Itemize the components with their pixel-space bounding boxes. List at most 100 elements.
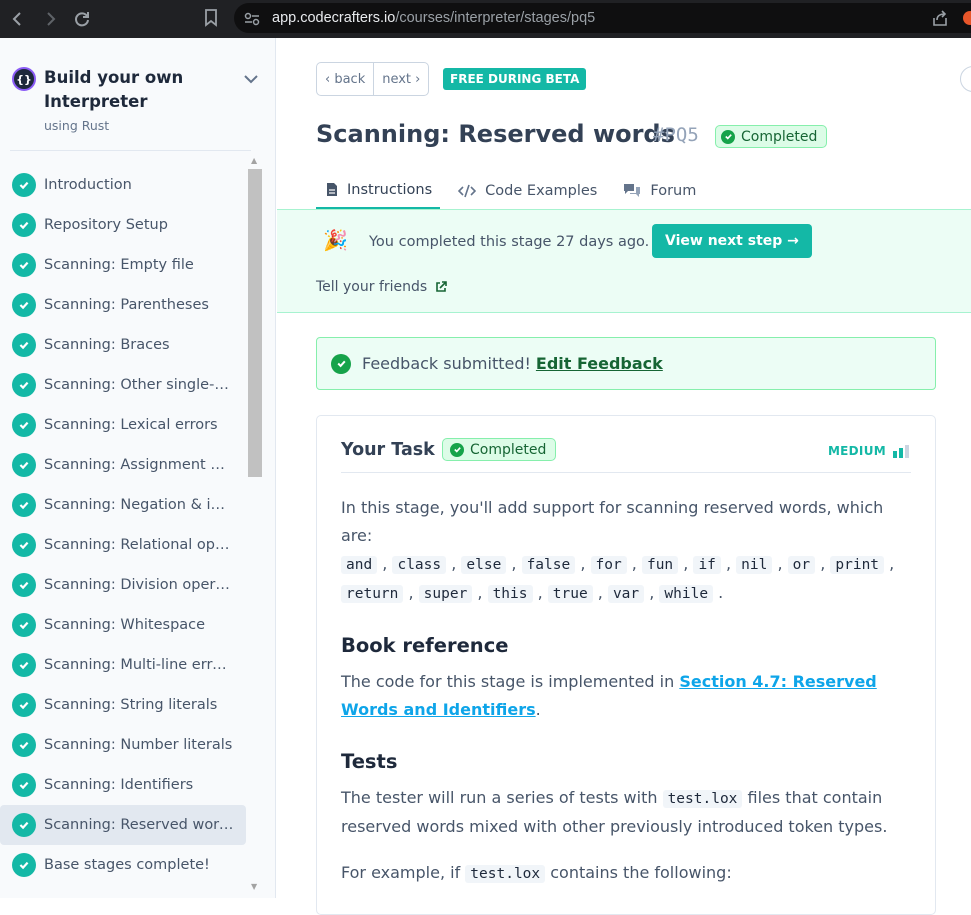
sidebar-stage-item[interactable]: Scanning: Assignment & ... (0, 445, 246, 485)
sidebar-stage-item[interactable]: Scanning: Braces (0, 325, 246, 365)
sidebar-stage-item[interactable]: Scanning: Parentheses (0, 285, 246, 325)
tell-friends-link[interactable]: Tell your friends (316, 279, 447, 295)
tab-label: Code Examples (485, 182, 598, 199)
check-circle-icon (12, 333, 36, 357)
beta-badge: FREE DURING BETA (443, 68, 587, 90)
course-logo-icon: {} (12, 67, 36, 91)
code-icon (458, 184, 477, 197)
address-bar[interactable]: app.codecrafters.io/courses/interpreter/… (234, 3, 971, 33)
feedback-text: Feedback submitted! (362, 354, 531, 373)
back-button[interactable]: ‹ back (317, 63, 375, 95)
check-circle-icon (12, 373, 36, 397)
site-info-icon[interactable] (244, 11, 260, 30)
stage-label: Scanning: Reserved words (44, 817, 234, 833)
check-circle-icon (12, 453, 36, 477)
check-icon (331, 353, 351, 374)
stage-label: Scanning: Relational oper... (44, 537, 234, 553)
difficulty-bars-icon (893, 444, 909, 458)
inline-code: test.lox (465, 865, 546, 883)
stage-label: Scanning: Whitespace (44, 617, 206, 633)
sidebar-stage-item[interactable]: Base stages complete! (0, 845, 246, 885)
document-icon (327, 183, 337, 196)
example-text: For example, if test.lox contains the fo… (341, 863, 732, 883)
check-icon (721, 129, 735, 144)
browser-toolbar: app.codecrafters.io/courses/interpreter/… (0, 0, 971, 38)
check-circle-icon (12, 173, 36, 197)
stage-slug: #PQ5 (653, 124, 699, 146)
browser-reload-icon[interactable] (68, 5, 96, 33)
share-icon[interactable] (931, 9, 949, 31)
reserved-words-list: and , class , else , false , for , fun ,… (341, 550, 916, 608)
tests-heading: Tests (341, 750, 398, 773)
sidebar-scrollbar[interactable]: ▲ ▼ (248, 156, 262, 896)
check-circle-icon (12, 693, 36, 717)
bookmark-icon[interactable] (204, 9, 218, 31)
sidebar-stage-item[interactable]: Scanning: Identifiers (0, 765, 246, 805)
tab-instructions[interactable]: Instructions (316, 172, 441, 209)
user-avatar[interactable] (960, 66, 971, 92)
stage-nav: ‹ back next › (316, 62, 430, 96)
task-card: Your Task Completed MEDIUM In this stage… (316, 415, 936, 915)
course-title[interactable]: Build your own Interpreter (44, 66, 224, 114)
party-popper-icon: 🎉 (323, 228, 348, 252)
check-circle-icon (12, 493, 36, 517)
edit-feedback-link[interactable]: Edit Feedback (536, 354, 663, 373)
sidebar-stage-item[interactable]: Scanning: Reserved words (0, 805, 246, 845)
reserved-word-code: nil (736, 556, 773, 574)
stage-label: Scanning: Identifiers (44, 777, 194, 793)
task-header: Your Task Completed MEDIUM (341, 438, 911, 473)
check-circle-icon (12, 653, 36, 677)
status-badge: Completed (715, 125, 828, 148)
stage-label: Scanning: String literals (44, 697, 218, 713)
reserved-word-code: else (461, 556, 507, 574)
check-circle-icon (12, 573, 36, 597)
sidebar-stage-item[interactable]: Scanning: Number literals (0, 725, 246, 765)
check-circle-icon (12, 773, 36, 797)
sidebar-stage-item[interactable]: Scanning: Division operat... (0, 565, 246, 605)
tab-forum[interactable]: Forum (613, 172, 704, 209)
course-sidebar: {} Build your own Interpreter using Rust… (0, 38, 276, 898)
stage-label: Scanning: Multi-line errors (44, 657, 234, 673)
reserved-word-code: while (659, 585, 714, 603)
chevron-down-icon[interactable] (243, 70, 259, 89)
reserved-word-code: fun (641, 556, 679, 574)
check-icon (450, 442, 464, 457)
status-badge-label: Completed (741, 128, 818, 145)
browser-back-icon[interactable] (4, 5, 32, 33)
stage-label: Scanning: Braces (44, 337, 170, 353)
sidebar-stage-item[interactable]: Scanning: Negation & ine... (0, 485, 246, 525)
scroll-down-icon[interactable]: ▼ (251, 882, 257, 891)
sidebar-stage-item[interactable]: Scanning: Whitespace (0, 605, 246, 645)
next-button[interactable]: next › (374, 63, 428, 95)
sidebar-stage-item[interactable]: Scanning: Other single-c... (0, 365, 246, 405)
inline-code: test.lox (662, 790, 743, 808)
book-reference-heading: Book reference (341, 634, 509, 657)
sidebar-stage-item[interactable]: Scanning: Empty file (0, 245, 246, 285)
stage-label: Base stages complete! (44, 857, 210, 873)
reserved-word-code: and (341, 556, 378, 574)
stage-label: Introduction (44, 177, 132, 193)
sidebar-stage-item[interactable]: Introduction (0, 165, 246, 205)
brave-shield-icon[interactable] (963, 11, 971, 25)
sidebar-stage-item[interactable]: Repository Setup (0, 205, 246, 245)
reserved-word-code: if (693, 556, 721, 574)
sidebar-stage-item[interactable]: Scanning: String literals (0, 685, 246, 725)
reserved-word-code: false (521, 556, 576, 574)
browser-forward-icon[interactable] (36, 5, 64, 33)
book-reference-text: The code for this stage is implemented i… (341, 672, 877, 719)
check-circle-icon (12, 253, 36, 277)
stage-label: Repository Setup (44, 217, 168, 233)
main-content: ‹ back next › FREE DURING BETA Scanning:… (277, 38, 971, 915)
url-text: app.codecrafters.io/courses/interpreter/… (272, 10, 596, 26)
tell-friends-label: Tell your friends (316, 279, 428, 295)
reserved-word-code: super (418, 585, 473, 603)
reserved-word-code: or (787, 556, 816, 574)
check-circle-icon (12, 293, 36, 317)
sidebar-stage-item[interactable]: Scanning: Lexical errors (0, 405, 246, 445)
view-next-step-button[interactable]: View next step → (652, 224, 812, 258)
tab-code-examples[interactable]: Code Examples (448, 172, 605, 209)
scrollbar-thumb[interactable] (248, 169, 262, 477)
sidebar-stage-item[interactable]: Scanning: Multi-line errors (0, 645, 246, 685)
scroll-up-icon[interactable]: ▲ (251, 156, 257, 165)
sidebar-stage-item[interactable]: Scanning: Relational oper... (0, 525, 246, 565)
